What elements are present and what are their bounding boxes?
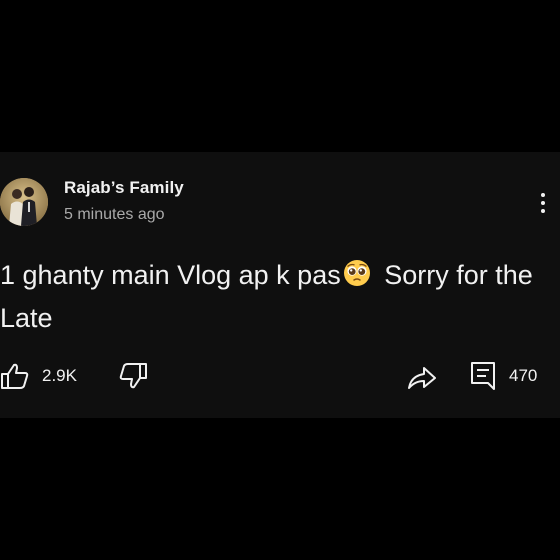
menu-dot — [541, 201, 545, 205]
thumbs-up-icon[interactable] — [0, 362, 30, 390]
post-text: 1 ghanty main Vlog ap k pas Sorry for th… — [0, 254, 540, 340]
post-actions: 2.9K 470 — [0, 358, 560, 392]
page: Rajab’s Family 5 minutes ago 1 ghanty ma… — [0, 0, 560, 560]
pleading-face-emoji — [343, 259, 371, 287]
comment-icon[interactable] — [470, 361, 496, 391]
post-timestamp: 5 minutes ago — [64, 206, 165, 223]
thumbs-down-icon[interactable] — [118, 362, 148, 390]
share-arrow-icon[interactable] — [406, 362, 438, 392]
menu-dot — [541, 209, 545, 213]
post-text-part1: 1 ghanty main Vlog ap k pas — [0, 260, 341, 290]
menu-dot — [541, 193, 545, 197]
like-count: 2.9K — [42, 366, 77, 385]
channel-avatar[interactable] — [0, 178, 48, 226]
channel-name[interactable]: Rajab’s Family — [64, 178, 184, 198]
community-post: Rajab’s Family 5 minutes ago 1 ghanty ma… — [0, 152, 560, 418]
comment-count: 470 — [509, 366, 538, 385]
avatar-photo — [0, 178, 48, 226]
more-options-icon[interactable] — [532, 190, 554, 216]
